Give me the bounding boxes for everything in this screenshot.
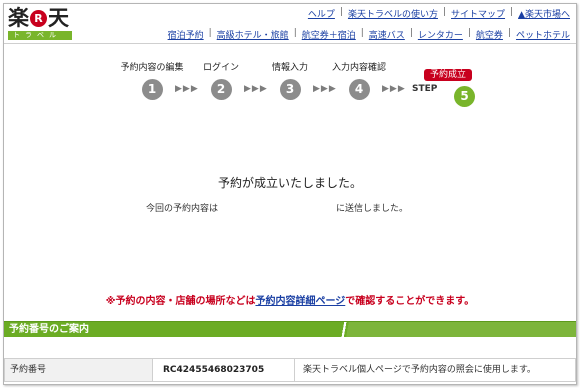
bar-slash-decoration [334,322,354,337]
separator: | [409,28,413,38]
nav-rent-a-car[interactable]: レンタカー [418,28,463,41]
reservation-number-value: RC42455468023705 [153,359,295,381]
nav-hotel-reservation[interactable]: 宿泊予約 [168,28,204,41]
service-nav: 宿泊予約 | 高級ホテル・旅館 | 航空券＋宿泊 | 高速バス | レンタカー … [168,28,570,41]
logo-kanji-right: 天 [48,6,69,30]
notice-suffix: で確認することができます。 [345,296,475,307]
step-label: 予約内容の編集 [120,63,184,73]
sitemap-link[interactable]: サイトマップ [451,7,505,20]
how-to-use-link[interactable]: 楽天トラベルの使い方 [348,7,438,20]
step-arrow-icon: ▶▶▶ [382,84,406,94]
sent-prefix: 今回の予約内容は [146,203,219,214]
reservation-detail-link[interactable]: 予約内容詳細ページ [255,296,345,307]
separator: | [360,28,364,38]
sent-suffix: に送信しました。 [336,203,409,214]
progress-steps: 予約内容の編集 1 ▶▶▶ ログイン 2 ▶▶▶ 情報入力 3 ▶▶▶ 入力内容… [112,62,492,107]
help-link[interactable]: ヘルプ [308,7,335,20]
nav-highway-bus[interactable]: 高速バス [369,28,405,41]
nav-airline-tickets[interactable]: 航空券 [476,28,503,41]
step-label: 入力内容確認 [331,63,386,73]
section-header-bar: 予約番号のご案内 [4,321,576,337]
separator: | [339,7,343,17]
reservation-number-table: 予約番号 RC42455468023705 楽天トラベル個人ページで予約内容の照… [4,358,576,382]
logo-subtitle: トラベル [8,31,72,40]
reservation-number-label: 予約番号 [5,359,153,381]
separator: | [507,28,511,38]
step-number: 4 [348,79,370,100]
email-sent-line: 今回の予約内容は に送信しました。 [146,200,408,214]
page-frame: 楽 R 天 トラベル ヘルプ | 楽天トラベルの使い方 | サイトマップ | ▲… [3,3,577,385]
step-3: 情報入力 3 [250,62,330,100]
separator: | [208,28,212,38]
separator: | [442,7,447,17]
header-divider [4,43,576,44]
rakuten-travel-logo[interactable]: 楽 R 天 トラベル [8,7,76,41]
reservation-number-note: 楽天トラベル個人ページで予約内容の照会に使用します。 [303,365,536,375]
logo-r-icon: R [30,9,47,27]
step-number: 5 [454,86,475,107]
completion-message: 予約が成立いたしました。 [217,176,362,190]
step-2: ログイン 2 [181,62,261,100]
separator: | [467,28,471,38]
step-label: ログイン [202,63,239,73]
logo-kanji-left: 楽 [8,6,29,30]
separator: | [510,7,514,17]
nav-pet-hotel[interactable]: ペットホテル [516,28,570,41]
top-links: ヘルプ | 楽天トラベルの使い方 | サイトマップ | ▲楽天市場へ [308,7,570,20]
step-4: 入力内容確認 4 [319,62,399,100]
nav-air-and-hotel[interactable]: 航空券＋宿泊 [302,28,356,41]
step-label: 情報入力 [271,63,308,73]
separator: | [293,28,297,38]
step-1: 予約内容の編集 1 [112,62,192,100]
notice-prefix: ※予約の内容・店舗の場所などは [105,296,256,307]
email-address-blank [218,200,336,214]
step-5-current: 予約成立 5 [408,62,488,107]
nav-luxury-hotels[interactable]: 高級ホテル・旅館 [217,28,289,41]
rakuten-ichiba-link[interactable]: ▲楽天市場へ [518,7,570,20]
step-number: 1 [141,79,163,100]
section-title: 予約番号のご案内 [9,324,89,335]
step-number: 3 [279,79,301,100]
step-number: 2 [210,79,232,100]
step-label: 予約成立 [423,69,472,81]
reservation-notice: ※予約の内容・店舗の場所などは予約内容詳細ページで確認することができます。 [4,292,576,307]
